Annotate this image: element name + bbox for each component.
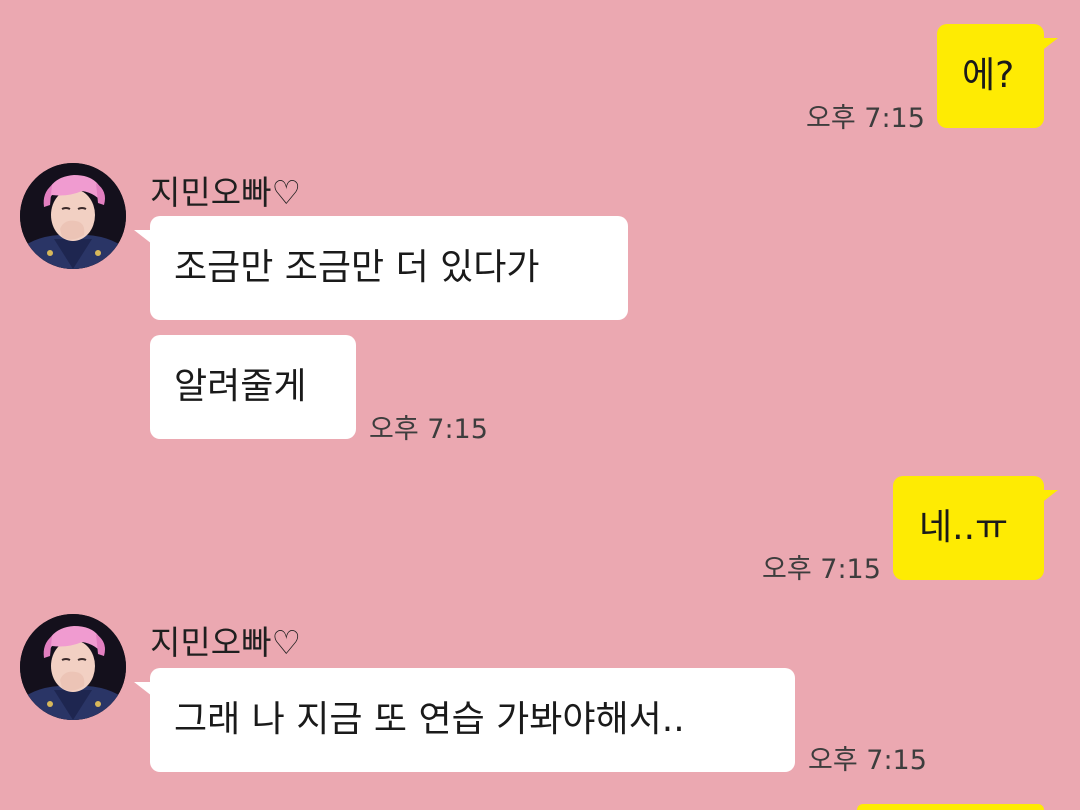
incoming-message-bubble[interactable]: 알려줄게 <box>150 335 356 439</box>
sender-name: 지민오빠♡ <box>150 623 302 662</box>
incoming-message-bubble[interactable]: 조금만 조금만 더 있다가 <box>150 216 628 320</box>
sender-name: 지민오빠♡ <box>150 173 302 212</box>
message-timestamp: 오후 7:15 <box>762 554 881 585</box>
contact-avatar[interactable] <box>20 614 126 720</box>
chat-message-list[interactable]: 에? 오후 7:15 지민오빠♡ 조금만 조금만 더 있다가 알려줄게 오후 7… <box>0 0 1080 810</box>
message-timestamp: 오후 7:15 <box>369 414 488 445</box>
incoming-message-bubble[interactable]: 그래 나 지금 또 연습 가봐야해서.. <box>150 668 795 772</box>
outgoing-message-bubble-partial <box>857 804 1044 810</box>
contact-avatar[interactable] <box>20 163 126 269</box>
avatar-photo-icon <box>20 163 126 269</box>
message-timestamp: 오후 7:15 <box>806 103 925 134</box>
message-timestamp: 오후 7:15 <box>808 745 927 776</box>
outgoing-message-bubble[interactable]: 에? <box>937 24 1044 128</box>
outgoing-message-bubble[interactable]: 네..ㅠ <box>893 476 1044 580</box>
avatar-photo-icon <box>20 614 126 720</box>
